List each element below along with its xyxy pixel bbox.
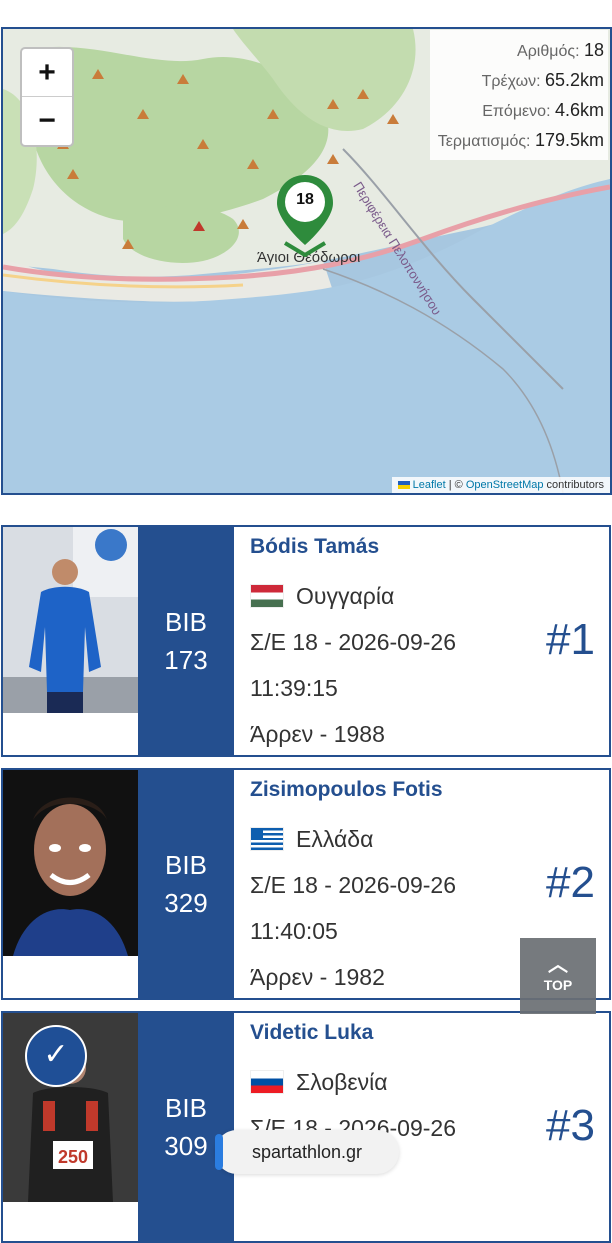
runner-country: Σλοβενία xyxy=(250,1059,520,1105)
bib-label: BIB xyxy=(165,1093,207,1123)
leaflet-link[interactable]: Leaflet xyxy=(413,479,446,491)
runner-photo: 250 ✓ xyxy=(3,1013,138,1241)
info-current: Τρέχων: 65.2km xyxy=(481,70,604,90)
info-finish: Τερματισμός: 179.5km xyxy=(437,130,604,150)
scroll-top-button[interactable]: ︿ TOP xyxy=(520,938,596,1014)
runner-rank: #1 xyxy=(546,615,595,664)
runner-rank: #2 xyxy=(546,858,595,907)
chevron-up-icon: ︿ xyxy=(548,954,568,976)
bib-column: BIB 309 xyxy=(138,1013,234,1241)
info-next: Επόμενο: 4.6km xyxy=(482,100,604,120)
runner-name[interactable]: Videtic Luka xyxy=(250,1021,520,1045)
map-attribution: Leaflet | © OpenStreetMap contributors xyxy=(391,477,610,493)
info-number: Αριθμός: 18 xyxy=(517,40,604,60)
ukraine-flag-icon xyxy=(397,481,410,490)
zoom-out-button[interactable]: − xyxy=(22,96,72,144)
runner-checkpoint: Σ/Ε 18 - 2026-09-26 xyxy=(250,628,457,655)
bib-column: BIB 329 xyxy=(138,770,234,998)
bib-number: 329 xyxy=(164,888,208,918)
bib-column: BIB 173 xyxy=(138,527,234,755)
runner-card[interactable]: 250 ✓ BIB 309 Videtic Luka Σλοβενία Σ/Ε … xyxy=(1,1011,611,1243)
verified-badge-icon: ✓ xyxy=(25,1025,87,1087)
route-map[interactable]: Περιφέρεια Πελοποννήσου Άγιοι Θεόδωροι +… xyxy=(1,27,612,495)
greece-flag-icon xyxy=(250,827,284,851)
photo-bib-number: 250 xyxy=(58,1147,88,1167)
browser-url-bar[interactable]: spartathlon.gr xyxy=(215,1130,399,1174)
marker-number: 18 xyxy=(296,191,314,208)
runner-category: Άρρεν - 1988 xyxy=(250,720,385,747)
runner-time: 11:40:05 xyxy=(250,917,338,944)
runner-photo xyxy=(3,770,138,998)
zoom-in-button[interactable]: + xyxy=(22,49,72,96)
runner-rank: #3 xyxy=(546,1101,595,1150)
hungary-flag-icon xyxy=(250,584,284,608)
runner-photo xyxy=(3,527,138,755)
checkpoint-marker[interactable]: 18 xyxy=(273,173,337,258)
slovenia-flag-icon xyxy=(250,1070,284,1094)
runner-name[interactable]: Bódis Tamás xyxy=(250,535,520,559)
runner-country: Ουγγαρία xyxy=(250,573,520,619)
route-info-panel: Αριθμός: 18 Τρέχων: 65.2km Επόμενο: 4.6k… xyxy=(429,30,608,160)
bib-number: 173 xyxy=(164,645,208,675)
zoom-control: + − xyxy=(20,47,74,147)
bib-label: BIB xyxy=(165,850,207,880)
runner-category: Άρρεν - 1982 xyxy=(250,963,385,990)
bib-label: BIB xyxy=(165,607,207,637)
runner-country: Ελλάδα xyxy=(250,816,520,862)
runner-time: 11:39:15 xyxy=(250,674,338,701)
runner-name[interactable]: Zisimopoulos Fotis xyxy=(250,778,520,802)
osm-link[interactable]: OpenStreetMap xyxy=(466,479,544,491)
runner-card[interactable]: BIB 173 Bódis Tamás Ουγγαρία Σ/Ε 18 - 20… xyxy=(1,525,611,757)
map-pin-icon xyxy=(277,175,333,258)
runner-checkpoint: Σ/Ε 18 - 2026-09-26 xyxy=(250,871,457,898)
